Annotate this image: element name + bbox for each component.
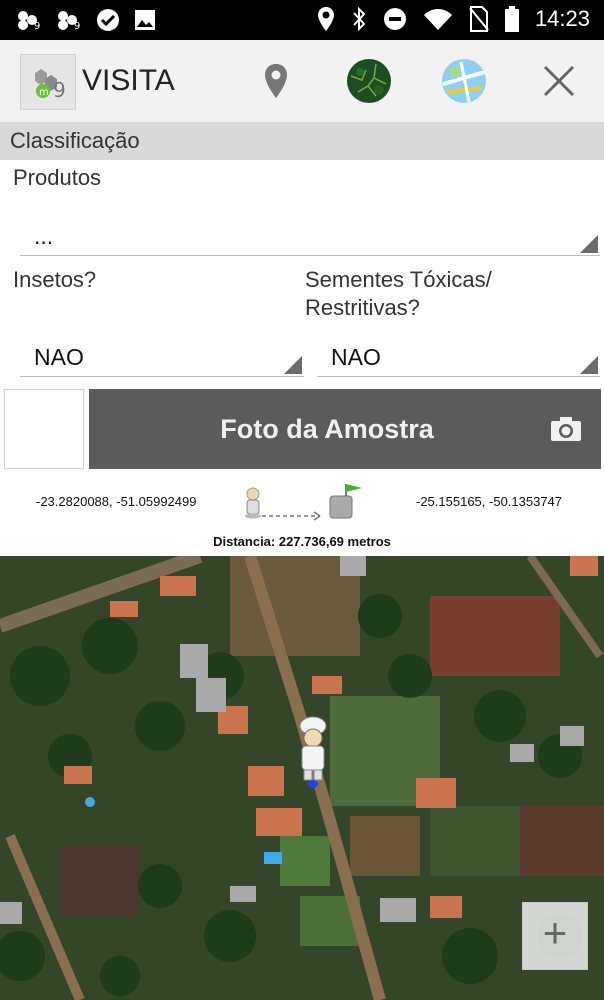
no-sim-icon bbox=[469, 6, 489, 32]
check-icon bbox=[97, 9, 119, 31]
dropdown-arrow-icon bbox=[580, 356, 598, 374]
photo-thumbnail[interactable] bbox=[4, 389, 84, 469]
battery-icon bbox=[504, 6, 519, 32]
destination-coordinates: -25.155165, -50.1353747 bbox=[416, 494, 563, 509]
location-pin-icon[interactable] bbox=[253, 58, 299, 104]
status-bar: 9 9 14:23 bbox=[0, 0, 604, 40]
zoom-in-button[interactable]: + bbox=[522, 902, 588, 970]
system-icons: 14:23 bbox=[317, 6, 590, 32]
clock: 14:23 bbox=[534, 6, 590, 31]
svg-text:9: 9 bbox=[53, 78, 66, 102]
svg-text:9: 9 bbox=[74, 21, 80, 31]
street-map-icon[interactable] bbox=[441, 58, 487, 104]
produtos-select[interactable]: ... bbox=[20, 215, 600, 256]
sementes-value: NAO bbox=[331, 344, 381, 370]
produtos-label: Produtos bbox=[13, 165, 102, 190]
location-icon bbox=[317, 7, 334, 31]
produtos-value: ... bbox=[34, 223, 54, 249]
dropdown-arrow-icon bbox=[580, 235, 598, 253]
dropdown-arrow-icon bbox=[284, 356, 302, 374]
user-location-marker-icon bbox=[299, 716, 327, 788]
insetos-select[interactable]: NAO bbox=[20, 336, 304, 377]
sementes-select[interactable]: NAO bbox=[317, 336, 600, 377]
close-icon[interactable] bbox=[536, 58, 582, 104]
photo-button-label: Foto da Amostra bbox=[220, 414, 434, 444]
wifi-icon bbox=[423, 9, 452, 30]
origin-coordinates: -23.2820088, -51.05992499 bbox=[36, 494, 197, 509]
sementes-label-line2: Restritivas? bbox=[305, 295, 420, 320]
svg-text:m: m bbox=[39, 87, 49, 98]
satellite-map-icon[interactable] bbox=[346, 58, 392, 104]
satellite-map[interactable]: + bbox=[0, 556, 604, 1000]
camera-icon bbox=[551, 417, 581, 441]
app-logo: m 9 bbox=[20, 54, 76, 110]
svg-text:9: 9 bbox=[34, 21, 40, 31]
m9-notification-icon: 9 bbox=[18, 11, 40, 31]
section-header: Classificação bbox=[0, 122, 604, 160]
insetos-label: Insetos? bbox=[13, 267, 97, 292]
insetos-value: NAO bbox=[34, 344, 84, 370]
do-not-disturb-icon bbox=[383, 8, 406, 30]
classification-form: Produtos ... Insetos? Sementes Tóxicas/ … bbox=[0, 160, 604, 556]
notification-icons: 9 9 bbox=[16, 8, 156, 32]
photo-button[interactable]: Foto da Amostra bbox=[89, 389, 601, 469]
image-icon bbox=[135, 10, 155, 30]
sementes-label-line1: Sementes Tóxicas/ bbox=[305, 267, 492, 292]
section-title: Classificação bbox=[10, 128, 140, 153]
route-graphic-icon bbox=[245, 484, 362, 521]
app-bar: m 9 VISITA bbox=[0, 40, 604, 122]
zoom-in-label: + bbox=[542, 909, 568, 956]
page-title: VISITA bbox=[82, 64, 175, 97]
m9-logo-icon: m 9 bbox=[35, 69, 66, 102]
bluetooth-icon bbox=[353, 6, 366, 32]
m9-notification-icon: 9 bbox=[58, 11, 80, 31]
distance-label: Distancia: 227.736,69 metros bbox=[213, 534, 391, 549]
